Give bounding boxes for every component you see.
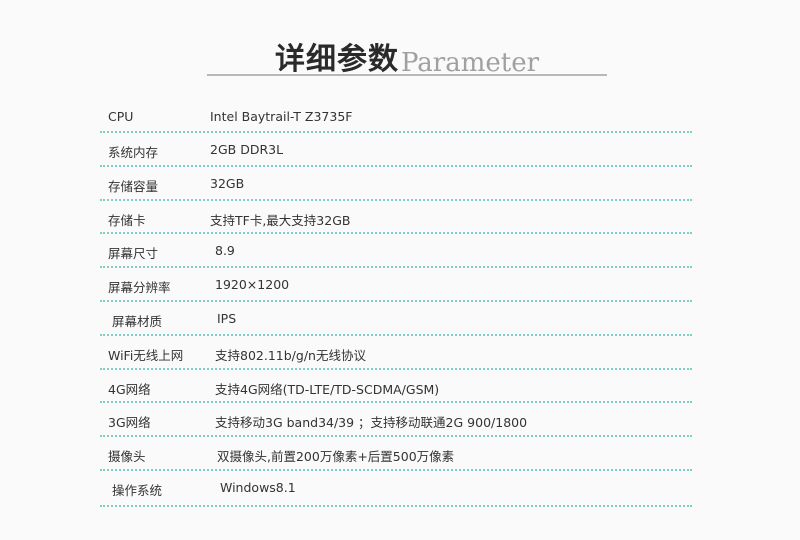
table-row: 屏幕材质 IPS [100, 302, 692, 336]
table-row: 操作系统 Windows8.1 [100, 471, 692, 507]
table-row: WiFi无线上网 支持802.11b/g/n无线协议 [100, 336, 692, 370]
table-row: 屏幕尺寸 8.9 [100, 234, 692, 269]
section-header: 详细参数Parameter [207, 34, 607, 78]
param-value: 支持TF卡,最大支持32GB [210, 212, 351, 228]
table-row: 存储卡 支持TF卡,最大支持32GB [100, 201, 692, 235]
table-row: 4G网络 支持4G网络(TD-LTE/TD-SCDMA/GSM) [100, 370, 692, 404]
table-row: 3G网络 支持移动3G band34/39 ；支持移动联通2G 900/1800 [100, 403, 692, 438]
param-value: 支持4G网络(TD-LTE/TD-SCDMA/GSM) [215, 381, 440, 397]
param-label: 3G网络 [108, 415, 151, 431]
param-value: 双摄像头,前置200万像素+后置500万像素 [217, 449, 455, 465]
param-value: 1920×1200 [215, 277, 290, 293]
param-value: 支持移动3G band34/39 ；支持移动联通2G 900/1800 [215, 415, 528, 431]
param-label: 系统内存 [108, 145, 159, 160]
param-label: 操作系统 [112, 482, 163, 498]
param-label: 屏幕尺寸 [108, 246, 159, 262]
param-label: 4G网络 [108, 381, 151, 397]
table-row: 存储容量 32GB [100, 167, 692, 201]
param-value: 支持802.11b/g/n无线协议 [215, 347, 366, 363]
param-label: 屏幕分辨率 [108, 280, 171, 296]
param-label: 摄像头 [108, 449, 146, 465]
table-row: 系统内存 2GB DDR3L [100, 133, 692, 167]
parameter-table: CPU Intel Baytrail-T Z3735F 系统内存 2GB DDR3L 存… [100, 100, 692, 507]
param-value: 32GB [210, 175, 245, 191]
param-label: 存储卡 [108, 212, 146, 228]
param-value: Intel Baytrail-T Z3735F [210, 109, 353, 124]
param-label: WiFi无线上网 [108, 347, 184, 363]
param-value: 8.9 [215, 243, 235, 259]
section-subtitle: Parameter [400, 48, 540, 78]
table-row: 屏幕分辨率 1920×1200 [100, 268, 692, 302]
param-value: 2GB DDR3L [210, 142, 284, 157]
param-value: Windows8.1 [220, 479, 296, 495]
param-value: IPS [217, 310, 237, 326]
param-label: 存储容量 [108, 178, 159, 194]
param-label: CPU [108, 109, 134, 124]
table-row: CPU Intel Baytrail-T Z3735F [100, 100, 692, 133]
table-row: 摄像头 双摄像头,前置200万像素+后置500万像素 [100, 437, 692, 471]
section-title: 详细参数 [274, 42, 399, 77]
param-label: 屏幕材质 [112, 313, 163, 329]
